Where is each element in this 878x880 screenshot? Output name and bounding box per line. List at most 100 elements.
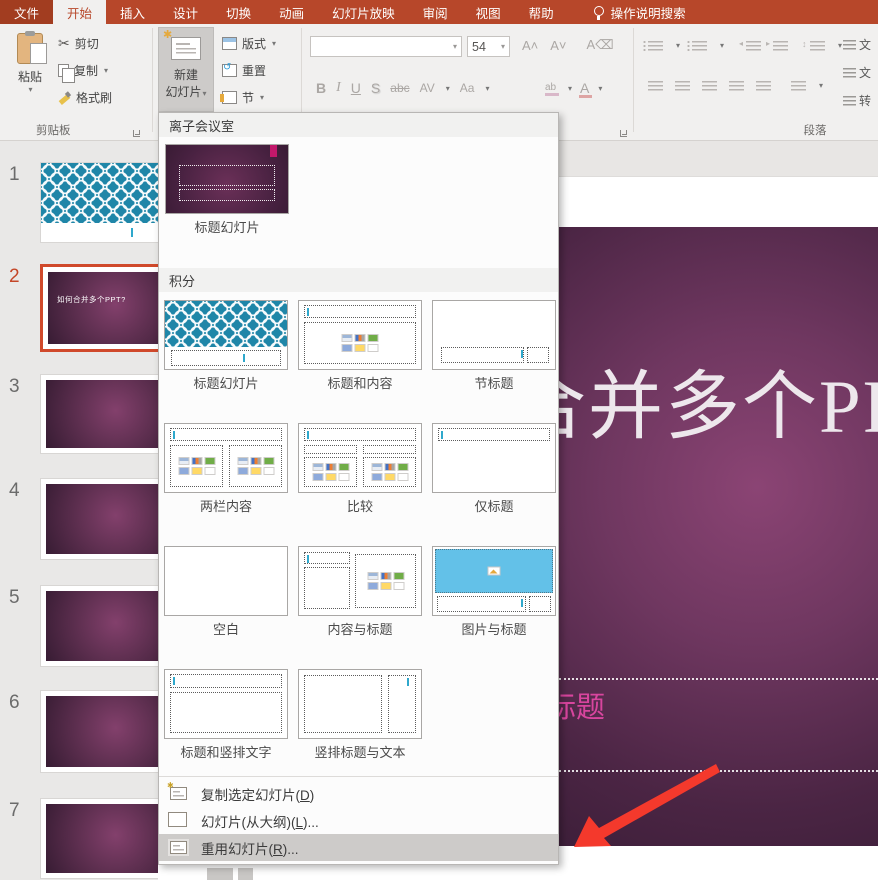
current-slide-canvas[interactable]: 如何合并多个PPT? 标题: [559, 227, 878, 846]
font-size-combobox[interactable]: 54 ▾: [467, 36, 510, 57]
new-slide-button[interactable]: 新建 幻灯片▾: [158, 27, 214, 112]
paste-dropdown-arrow[interactable]: ▾: [28, 85, 32, 94]
layout-option-2-7[interactable]: 空白: [164, 546, 288, 638]
ribbon-tab-4[interactable]: 设计: [159, 0, 212, 24]
menu-command-1[interactable]: 复制选定幻灯片(D): [159, 780, 558, 807]
format-painter-button[interactable]: 格式刷: [58, 86, 112, 108]
font-size-arrow[interactable]: ▾: [501, 42, 505, 51]
copy-button[interactable]: 复制 ▾: [58, 59, 108, 81]
layout-icon: [222, 37, 237, 50]
strikethrough-button[interactable]: abc: [390, 81, 409, 95]
bullets-icon[interactable]: [648, 40, 663, 51]
numbering-dropdown[interactable]: ▾: [720, 41, 724, 50]
align-text-button[interactable]: 文: [843, 62, 878, 82]
cut-button[interactable]: ✂ 剪切: [58, 32, 99, 54]
decrease-indent-icon[interactable]: [746, 40, 761, 51]
columns-icon[interactable]: [791, 80, 806, 91]
font-color-dropdown[interactable]: ▾: [598, 84, 602, 93]
layout-thumbnail: [432, 423, 556, 493]
ribbon-tab-3[interactable]: 插入: [106, 0, 159, 24]
slide-thumbnail-4[interactable]: [40, 478, 158, 560]
layout-option-2-8[interactable]: 内容与标题: [298, 546, 422, 638]
highlight-dropdown[interactable]: ▾: [568, 84, 572, 93]
ribbon-tab-6[interactable]: 动画: [265, 0, 318, 24]
underline-button[interactable]: U: [351, 80, 361, 96]
font-color-icon[interactable]: A: [580, 80, 589, 96]
layout-option-1-1[interactable]: 标题幻灯片: [165, 144, 289, 236]
slide-thumb-background: [46, 591, 158, 661]
layout-option-2-9[interactable]: 图片与标题: [432, 546, 556, 638]
change-case-button[interactable]: Aa: [460, 81, 475, 95]
align-left-icon[interactable]: [648, 80, 663, 91]
text-shadow-button[interactable]: S: [371, 80, 380, 96]
justify-icon[interactable]: [729, 80, 744, 91]
font-size-value: 54: [472, 40, 486, 54]
layout-thumbnail: [165, 144, 289, 214]
ribbon-tab-8[interactable]: 审阅: [409, 0, 462, 24]
change-case-button-dropdown[interactable]: ▾: [485, 84, 489, 93]
section-button[interactable]: 节 ▾: [222, 86, 264, 108]
bullets-dropdown[interactable]: ▾: [676, 41, 680, 50]
menu-command-2[interactable]: 幻灯片(从大纲)(L)...: [159, 807, 558, 834]
ribbon-tab-9[interactable]: 视图: [462, 0, 515, 24]
menu-command-label: 复制选定幻灯片(D): [201, 784, 314, 804]
subtitle-placeholder-bottom-border: [559, 770, 878, 772]
copy-dropdown-arrow[interactable]: ▾: [104, 66, 108, 75]
numbering-icon[interactable]: [692, 40, 707, 51]
layout-option-2-5[interactable]: 比较: [298, 423, 422, 515]
ribbon-tab-7[interactable]: 幻灯片放映: [318, 0, 409, 24]
slide-thumbnail-7[interactable]: [40, 798, 158, 879]
slide-thumbnail-2[interactable]: 如何合并多个PPT?: [40, 264, 158, 352]
cursor-mark: [173, 677, 175, 685]
clear-formatting-icon[interactable]: A⌫: [587, 37, 614, 53]
highlight-pen-icon[interactable]: ab: [545, 82, 559, 94]
convert-smartart-button[interactable]: 转: [843, 90, 878, 110]
section-label: 节: [242, 89, 254, 106]
paste-button[interactable]: 粘贴 ▾: [8, 30, 52, 94]
slide-title-text[interactable]: 如何合并多个PPT?: [559, 345, 878, 454]
align-right-icon[interactable]: [702, 80, 717, 91]
placeholder-outline: [304, 567, 350, 609]
layout-option-2-3[interactable]: 节标题: [432, 300, 556, 392]
tell-me-search[interactable]: 操作说明搜索: [594, 3, 686, 22]
layout-option-2-10[interactable]: 标题和竖排文字: [164, 669, 288, 761]
layout-option-2-6[interactable]: 仅标题: [432, 423, 556, 515]
layout-option-2-11[interactable]: 竖排标题与文本: [298, 669, 422, 761]
font-name-arrow[interactable]: ▾: [453, 42, 457, 51]
layout-option-2-1[interactable]: 标题幻灯片: [164, 300, 288, 392]
layout-caption: 竖排标题与文本: [298, 742, 422, 761]
char-spacing-button[interactable]: AV: [420, 81, 435, 95]
ribbon-tab-2[interactable]: 开始: [53, 0, 106, 24]
increase-indent-icon[interactable]: [773, 40, 788, 51]
slide-thumbnail-3[interactable]: [40, 374, 158, 454]
decrease-font-icon[interactable]: A˅: [550, 38, 566, 53]
columns-dropdown[interactable]: ▾: [819, 81, 823, 90]
slide-thumbnail-1[interactable]: [40, 162, 158, 243]
font-dialog-launcher[interactable]: [620, 129, 628, 137]
align-center-icon[interactable]: [675, 80, 690, 91]
char-spacing-button-dropdown[interactable]: ▾: [446, 84, 450, 93]
brush-icon: [58, 91, 71, 104]
layout-button[interactable]: 版式 ▾: [222, 32, 276, 54]
clipboard-dialog-launcher[interactable]: [133, 129, 141, 137]
ribbon-tab-1[interactable]: 文件: [0, 0, 53, 24]
distribute-icon[interactable]: [756, 80, 771, 91]
bold-button[interactable]: B: [316, 80, 326, 96]
font-name-combobox[interactable]: ▾: [310, 36, 462, 57]
menu-command-3[interactable]: 重用幻灯片(R)...: [159, 834, 558, 861]
increase-font-icon[interactable]: A˄: [522, 38, 538, 53]
italic-button[interactable]: I: [336, 80, 341, 96]
slide-thumbnail-6[interactable]: [40, 690, 158, 773]
reset-button[interactable]: 重置: [222, 59, 266, 81]
subtitle-placeholder-text[interactable]: 标题: [559, 684, 605, 726]
copy-label: 复制: [74, 62, 98, 79]
line-spacing-dropdown[interactable]: ▾: [838, 41, 842, 50]
ribbon-tab-5[interactable]: 切换: [212, 0, 265, 24]
layout-option-2-2[interactable]: 标题和内容: [298, 300, 422, 392]
text-direction-button[interactable]: 文: [843, 34, 878, 54]
slide-thumbnail-5[interactable]: [40, 585, 158, 667]
line-spacing-icon[interactable]: [810, 40, 825, 51]
ribbon-tab-10[interactable]: 帮助: [515, 0, 568, 24]
tab-list: 文件开始插入设计切换动画幻灯片放映审阅视图帮助: [0, 0, 568, 24]
layout-option-2-4[interactable]: 两栏内容: [164, 423, 288, 515]
